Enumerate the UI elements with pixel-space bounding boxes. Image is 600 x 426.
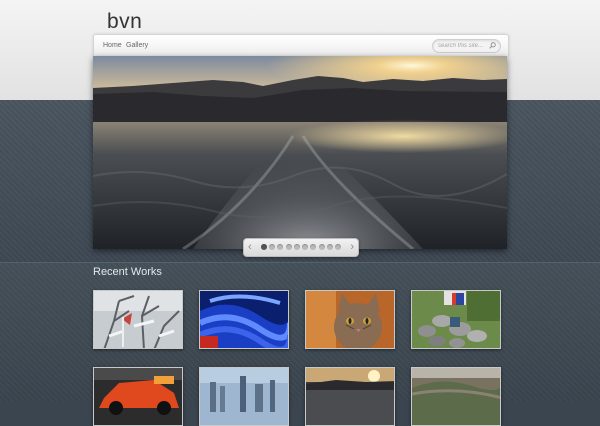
aerial-landscape-photo-icon bbox=[412, 368, 500, 425]
nav-item-home[interactable]: Home bbox=[103, 42, 122, 49]
slider-dot-1[interactable] bbox=[261, 244, 267, 250]
sunset-lake-photo-icon bbox=[306, 368, 394, 425]
recent-work-thumb-8[interactable] bbox=[411, 367, 501, 426]
recent-work-thumb-1[interactable] bbox=[93, 290, 183, 349]
main-navigation: Home Gallery bbox=[93, 34, 509, 57]
slider-next-button[interactable]: › bbox=[350, 241, 354, 253]
slider-dot-2[interactable] bbox=[269, 244, 276, 250]
slider-dot-8[interactable] bbox=[318, 244, 325, 250]
recent-work-thumb-5[interactable] bbox=[93, 367, 183, 426]
blue-abstract-photo-icon bbox=[200, 291, 288, 348]
city-skyline-photo-icon bbox=[200, 368, 288, 425]
search-box bbox=[432, 39, 501, 53]
content-background bbox=[0, 262, 600, 401]
recent-work-thumb-2[interactable] bbox=[199, 290, 289, 349]
rock-fountain-photo-icon bbox=[412, 291, 500, 348]
slider-dot-9[interactable] bbox=[326, 244, 333, 250]
slider-dot-10[interactable] bbox=[334, 244, 341, 250]
frost-branches-photo-icon bbox=[94, 291, 182, 348]
search-input[interactable] bbox=[438, 40, 486, 52]
recent-work-thumb-3[interactable] bbox=[305, 290, 395, 349]
recent-work-thumb-6[interactable] bbox=[199, 367, 289, 426]
site-logo[interactable]: bvn bbox=[107, 10, 142, 34]
slider-dots bbox=[261, 244, 341, 251]
recent-work-thumb-7[interactable] bbox=[305, 367, 395, 426]
recent-works-title: Recent Works bbox=[93, 266, 162, 278]
slider-dot-6[interactable] bbox=[302, 244, 309, 250]
slider-pagination: ‹ › bbox=[243, 238, 359, 257]
search-icon[interactable] bbox=[489, 42, 496, 49]
slider-prev-button[interactable]: ‹ bbox=[248, 241, 252, 253]
slider-dot-3[interactable] bbox=[277, 244, 284, 250]
slider-dot-7[interactable] bbox=[310, 244, 317, 250]
red-sports-car-photo-icon bbox=[94, 368, 182, 425]
slider-dot-5[interactable] bbox=[293, 244, 300, 250]
nav-item-gallery[interactable]: Gallery bbox=[126, 42, 148, 49]
cat-photo-icon bbox=[306, 291, 394, 348]
recent-work-thumb-4[interactable] bbox=[411, 290, 501, 349]
featured-slide-image[interactable] bbox=[93, 56, 507, 249]
slider-dot-4[interactable] bbox=[285, 244, 292, 250]
